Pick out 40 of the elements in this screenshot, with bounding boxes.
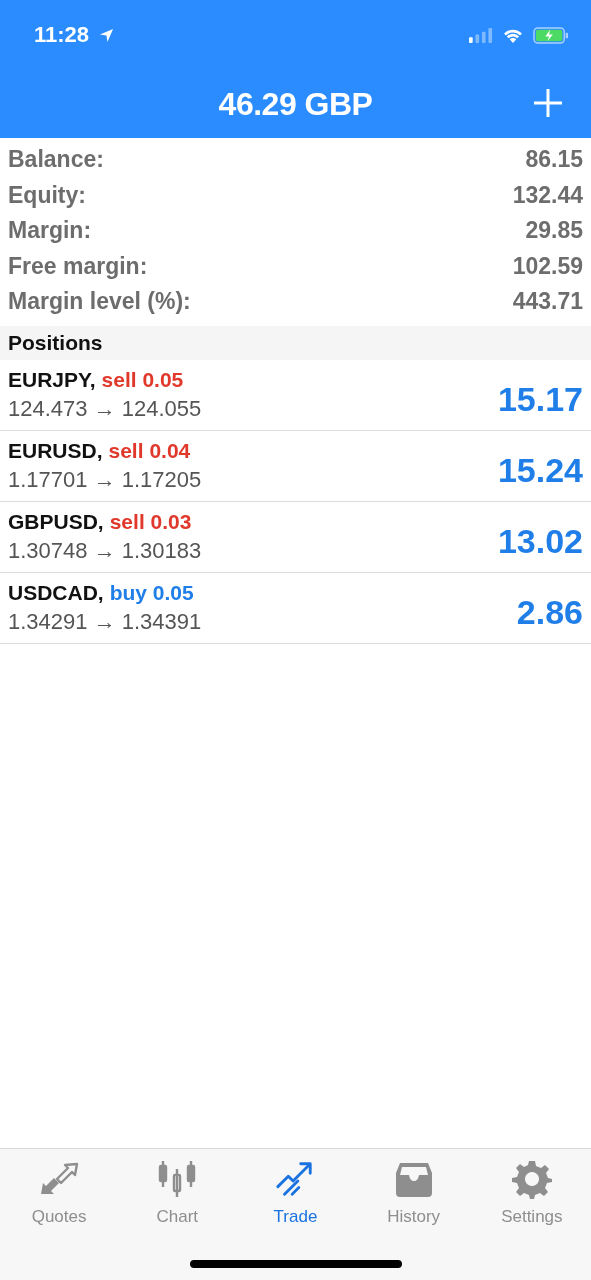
signal-icon: [469, 27, 493, 43]
summary-value: 102.59: [512, 252, 583, 280]
summary-label: Margin:: [8, 217, 92, 245]
position-order: sell 0.04: [108, 438, 191, 463]
position-order: sell 0.03: [109, 509, 192, 534]
positions-heading: Positions: [0, 325, 591, 360]
position-prices: 1.34291 → 1.34391: [8, 608, 202, 635]
summary-label: Margin level (%):: [8, 288, 191, 316]
position-profit: 15.17: [497, 379, 583, 419]
summary-label: Free margin:: [8, 252, 148, 280]
summary-label: Equity:: [8, 181, 86, 209]
position-order: buy 0.05: [109, 580, 194, 605]
balance-title: 46.29 GBP: [218, 85, 373, 123]
tab[interactable]: Trade: [240, 1159, 351, 1227]
tab[interactable]: Quotes: [4, 1159, 115, 1227]
location-arrow-icon: [99, 27, 115, 43]
position-profit: 13.02: [497, 521, 583, 561]
settings-icon: [511, 1159, 552, 1199]
position-prices: 1.17701 → 1.17205: [8, 466, 202, 493]
position-prices: 124.473 → 124.055: [8, 395, 202, 422]
summary-value: 443.71: [512, 288, 583, 316]
tab[interactable]: Settings: [476, 1159, 587, 1227]
battery-icon: [533, 26, 569, 44]
position-prices: 1.30748 → 1.30183: [8, 537, 202, 564]
summary-value: 132.44: [512, 181, 583, 209]
summary-label: Balance:: [8, 146, 104, 174]
position-symbol: USDCAD,: [8, 580, 104, 605]
candlestick-icon: [157, 1159, 198, 1199]
position-profit: 2.86: [516, 592, 583, 632]
position-profit: 15.24: [497, 450, 583, 490]
position-symbol: EURJPY,: [8, 367, 96, 392]
position-order: sell 0.05: [101, 367, 184, 392]
status-time: 11:28: [34, 22, 90, 48]
position-symbol: EURUSD,: [8, 438, 103, 463]
tab[interactable]: History: [358, 1159, 469, 1227]
add-icon[interactable]: [533, 88, 563, 118]
summary-value: 86.15: [525, 146, 583, 174]
tab[interactable]: Chart: [122, 1159, 233, 1227]
position-symbol: GBPUSD,: [8, 509, 104, 534]
summary-value: 29.85: [525, 217, 583, 245]
